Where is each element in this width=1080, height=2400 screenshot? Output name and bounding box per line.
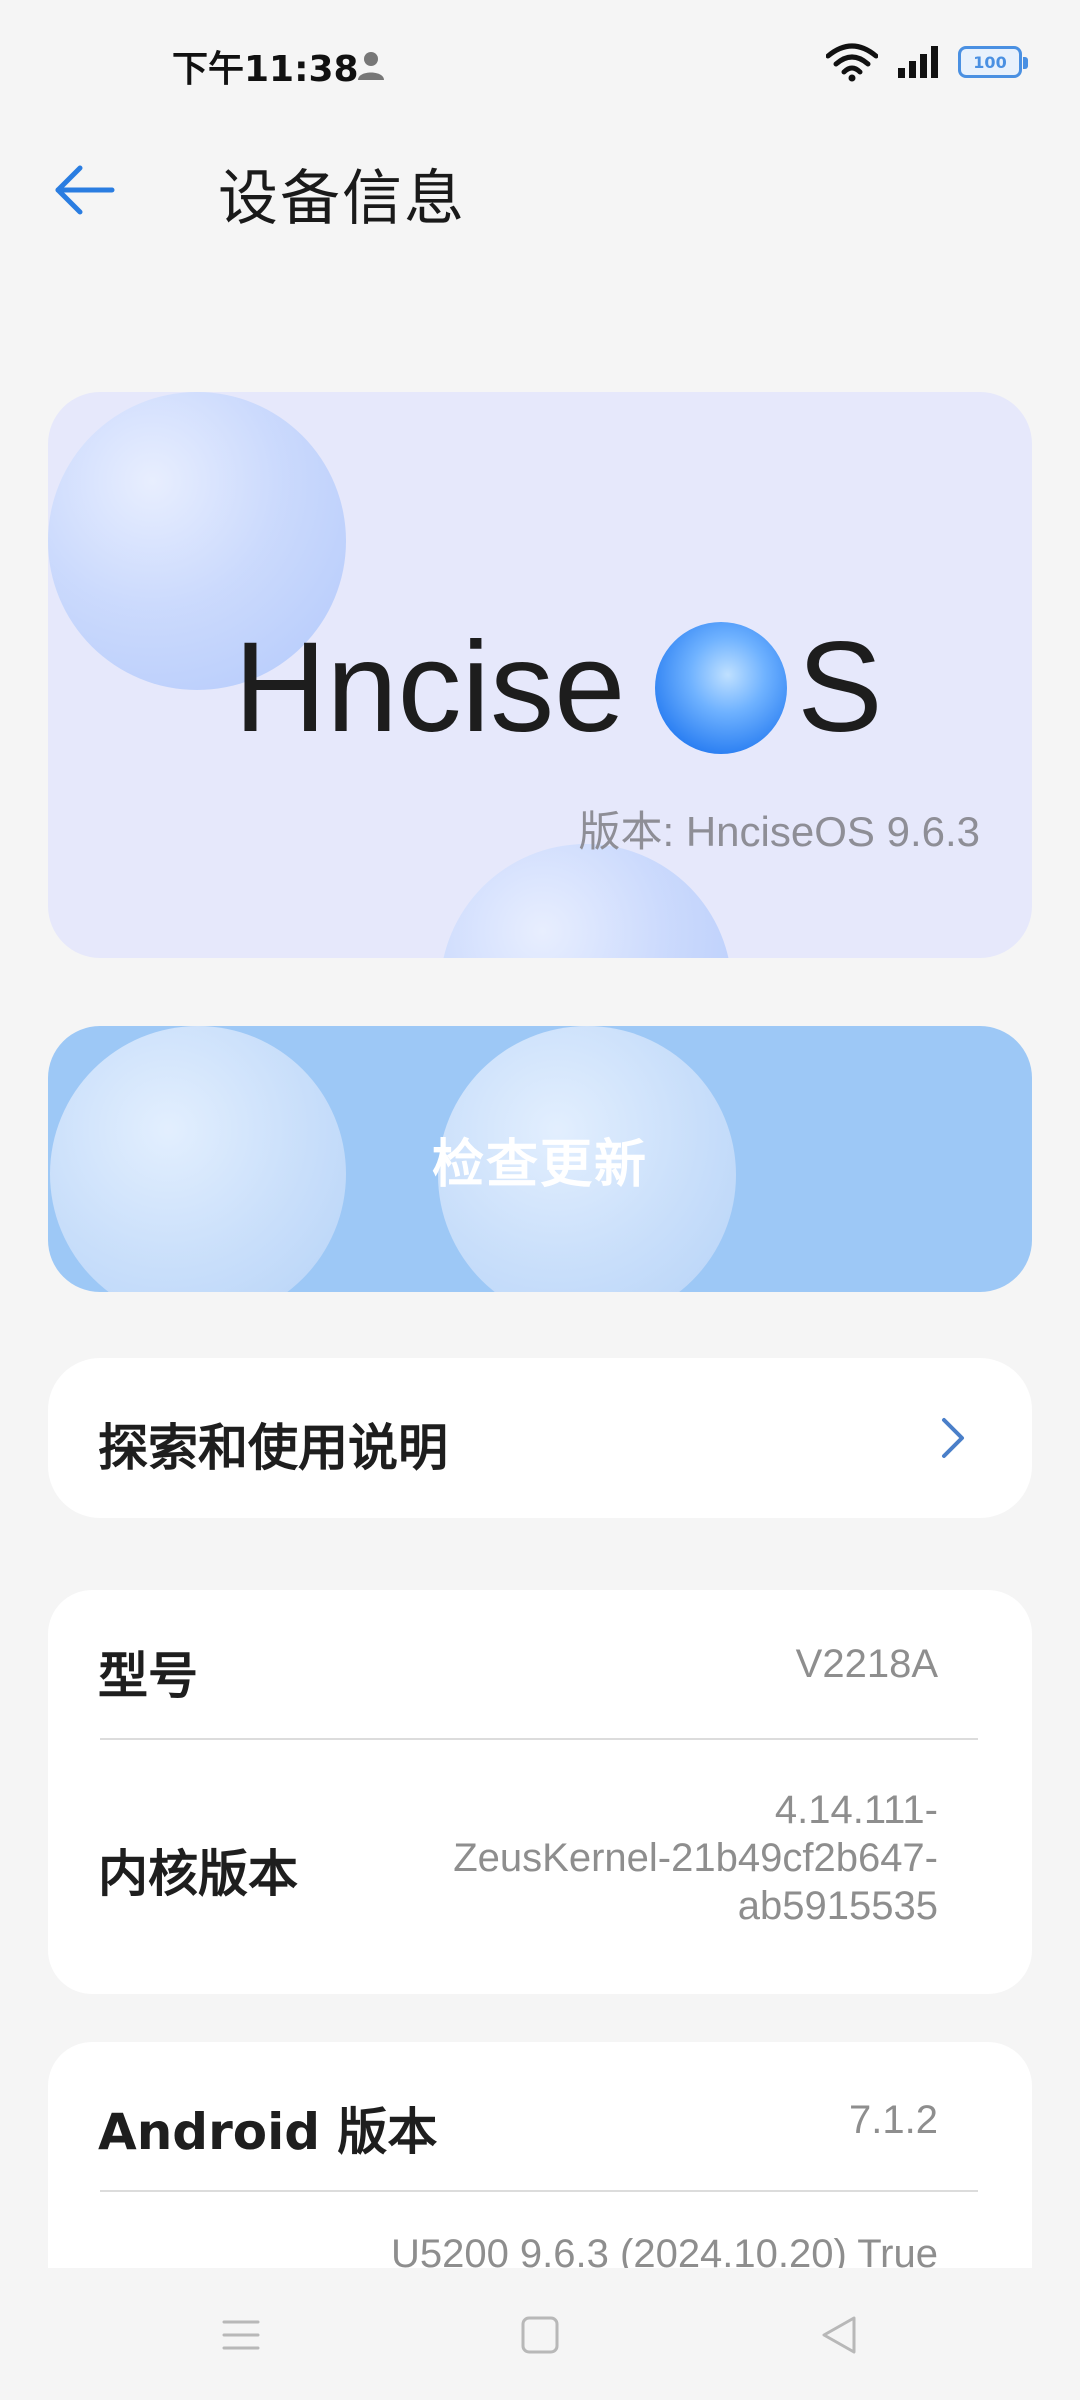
battery-level: 100 — [973, 52, 1007, 72]
os-logo-text-end: S — [797, 616, 883, 759]
os-version: 版本: HnciseOS 9.6.3 — [578, 808, 980, 855]
model-row[interactable]: 型号 V2218A — [48, 1590, 1032, 1738]
android-version-value: 7.1.2 — [849, 2098, 938, 2142]
os-banner-card: Hncise S 版本: HnciseOS 9.6.3 — [48, 392, 1032, 958]
os-logo-text: Hncise — [234, 616, 626, 759]
chevron-right-icon — [942, 1418, 964, 1458]
signal-icon — [898, 46, 938, 78]
decor-bubble — [440, 844, 732, 958]
explore-guide-item[interactable]: 探索和使用说明 — [48, 1358, 1032, 1518]
os-logo-orb — [655, 621, 788, 754]
kernel-value-line: ZeusKernel-21b49cf2b647- — [453, 1836, 938, 1880]
arrow-left-icon — [55, 165, 115, 215]
page-title: 设备信息 — [218, 164, 466, 234]
status-time: 下午11:38 — [172, 49, 359, 90]
model-label: 型号 — [98, 1647, 198, 1705]
status-bar: 下午11:38 100 — [0, 0, 1080, 120]
android-version-row[interactable]: Android 版本 7.1.2 — [48, 2042, 1032, 2192]
app-header: 设备信息 — [0, 120, 1080, 260]
back-nav-icon[interactable] — [816, 2312, 862, 2358]
system-nav-bar — [0, 2268, 1080, 2400]
menu-icon[interactable] — [218, 2312, 264, 2358]
android-version-label: Android 版本 — [98, 2103, 438, 2161]
wifi-icon — [826, 43, 878, 82]
check-update-label: 检查更新 — [431, 1134, 648, 1195]
home-icon[interactable] — [517, 2312, 563, 2358]
kernel-value-line: 4.14.111- — [774, 1788, 938, 1832]
check-update-button[interactable]: 检查更新 — [48, 1026, 1032, 1292]
account-icon — [358, 52, 384, 80]
battery-icon: 100 — [958, 46, 1028, 78]
explore-guide-label: 探索和使用说明 — [98, 1419, 448, 1477]
os-logo: Hncise S — [234, 614, 883, 761]
kernel-value-line: ab5915535 — [737, 1884, 938, 1928]
back-button[interactable] — [44, 150, 124, 230]
kernel-row[interactable]: 内核版本 4.14.111- ZeusKernel-21b49cf2b647- … — [48, 1740, 1032, 1994]
kernel-value: 4.14.111- ZeusKernel-21b49cf2b647- ab591… — [453, 1786, 938, 1930]
device-info-card: 型号 V2218A 内核版本 4.14.111- ZeusKernel-21b4… — [48, 1590, 1032, 1994]
model-value: V2218A — [795, 1642, 938, 1686]
kernel-label: 内核版本 — [98, 1845, 298, 1903]
